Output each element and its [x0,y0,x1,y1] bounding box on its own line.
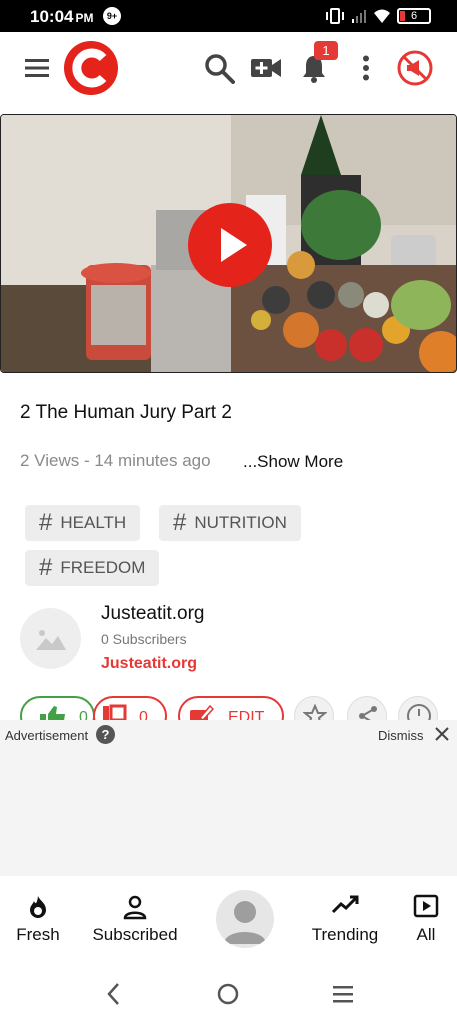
clock-icon [407,704,431,720]
tag-label: HEALTH [60,513,127,532]
system-navigation-bar [0,962,457,1024]
image-placeholder-icon [35,629,66,650]
status-bar: 10:04 PM 9+ 6 [0,0,457,32]
advertisement-banner: Advertisement ? Dismiss [0,720,457,876]
announcements-button[interactable] [394,32,436,104]
tag-label: NUTRITION [194,513,287,532]
status-time-value: 10:04 [30,7,74,26]
app-logo[interactable] [62,32,120,104]
play-button[interactable] [188,203,272,287]
home-icon[interactable] [216,982,240,1006]
help-icon[interactable]: ? [96,725,115,744]
fire-icon [30,896,46,918]
play-square-icon [413,894,439,918]
dismiss-ad-button[interactable]: Dismiss [378,728,424,743]
like-count: 0 [79,709,88,720]
tag-health[interactable]: # HEALTH [25,505,141,541]
status-icons: 6 [325,6,431,26]
battery-level: 6 [410,10,418,22]
notification-count-badge: 9+ [103,7,121,25]
video-meta: 2 Views - 14 minutes ago [20,451,211,470]
share-button[interactable] [347,696,387,720]
logo-icon [64,41,118,95]
status-time: 10:04 PM [30,7,93,27]
channel-avatar[interactable] [20,608,81,669]
bottom-navigation: Fresh Subscribed Trending All [0,876,457,962]
like-button[interactable]: 0 [20,696,95,720]
nav-trending-label: Trending [311,925,379,944]
notification-badge: 1 [314,41,338,60]
video-actions: 0 0 EDIT [0,694,457,720]
hamburger-menu-icon [25,59,49,77]
megaphone-off-icon [397,50,433,86]
play-icon [221,228,247,262]
app-header: 1 [0,32,457,104]
show-more-link[interactable]: ...Show More [243,452,343,472]
wifi-icon [374,9,390,23]
tag-label: FREEDOM [60,558,146,577]
upload-video-button[interactable] [248,32,284,104]
hashtag-icon: # [39,509,53,536]
nav-all[interactable]: All [406,876,446,962]
avatar-placeholder-icon [224,901,266,944]
edit-icon [190,704,214,720]
edit-label: EDIT [228,709,265,720]
channel-subscribers: 0 Subscribers [101,631,187,647]
dislike-count: 0 [139,709,148,720]
advertisement-label: Advertisement [5,728,89,743]
watch-later-button[interactable] [398,696,438,720]
hashtag-icon: # [39,554,53,581]
nav-subscribed[interactable]: Subscribed [88,876,182,962]
channel-link[interactable]: Justeatit.org [101,655,197,673]
vibrate-icon [326,8,344,24]
recents-icon[interactable] [332,984,354,1004]
back-icon[interactable] [104,982,124,1006]
search-button[interactable] [200,32,238,104]
more-options-button[interactable] [352,32,380,104]
share-icon [359,706,377,720]
tag-nutrition[interactable]: # NUTRITION [159,505,301,541]
nav-trending[interactable]: Trending [306,876,384,962]
video-player[interactable] [0,114,457,373]
star-icon [303,704,327,720]
trending-up-icon [331,895,359,914]
channel-name[interactable]: Justeatit.org [101,603,205,625]
signal-icon [352,10,366,23]
nav-fresh-label: Fresh [16,925,60,944]
person-icon [123,895,147,920]
dislike-button[interactable]: 0 [93,696,167,720]
status-ampm: PM [75,11,94,25]
video-title: 2 The Human Jury Part 2 [20,402,232,423]
battery-icon: 6 [397,8,431,24]
video-camera-add-icon [251,59,281,77]
edit-button[interactable]: EDIT [178,696,284,720]
thumb-up-icon [40,706,65,720]
profile-button[interactable] [216,890,274,948]
thumb-down-icon [103,704,127,720]
favorite-button[interactable] [294,696,334,720]
tag-freedom[interactable]: # FREEDOM [25,550,160,586]
nav-subscribed-label: Subscribed [92,925,178,944]
app-screen: 10:04 PM 9+ 6 1 2 The Human Jury Part 2 … [0,0,457,1024]
close-icon[interactable] [434,725,450,743]
hashtag-icon: # [173,509,187,536]
menu-button[interactable] [20,32,54,104]
nav-all-label: All [416,925,436,944]
nav-fresh[interactable]: Fresh [8,876,68,962]
search-icon [205,54,235,84]
more-vert-icon [363,55,369,81]
